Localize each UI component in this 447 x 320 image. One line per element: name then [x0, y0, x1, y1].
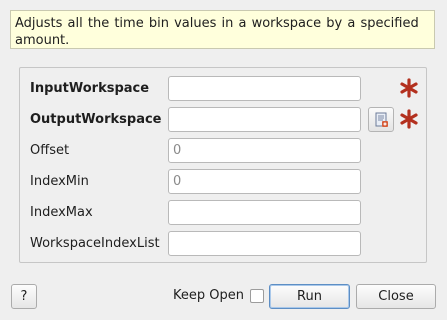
asterisk-icon: [400, 78, 418, 98]
help-button[interactable]: ?: [11, 284, 37, 309]
asterisk-icon: [400, 109, 418, 129]
keep-open-checkbox[interactable]: [250, 289, 264, 303]
property-row-indexmin: IndexMin: [20, 169, 426, 195]
properties-panel: InputWorkspace OutputWorkspace Offset 0 …: [19, 67, 427, 263]
run-button[interactable]: Run: [269, 284, 350, 309]
indexmax-field[interactable]: [168, 200, 361, 225]
inputworkspace-field[interactable]: [168, 76, 361, 101]
offset-field[interactable]: [168, 138, 361, 163]
property-row-inputworkspace: InputWorkspace: [20, 76, 426, 102]
outputworkspace-label: OutputWorkspace: [30, 112, 162, 127]
property-row-indexmax: IndexMax: [20, 200, 426, 226]
property-row-offset: Offset: [20, 138, 426, 164]
keep-open-label: Keep Open: [173, 288, 244, 303]
workspace-browse-icon: [375, 112, 388, 127]
inputworkspace-label: InputWorkspace: [30, 81, 150, 96]
property-row-outputworkspace: OutputWorkspace: [20, 107, 426, 133]
offset-label: Offset: [30, 143, 70, 158]
indexmin-field[interactable]: [168, 169, 361, 194]
outputworkspace-field[interactable]: [168, 107, 361, 132]
algorithm-description: Adjusts all the time bin values in a wor…: [10, 10, 435, 49]
indexmax-label: IndexMax: [30, 205, 93, 220]
workspaceindexlist-field[interactable]: [168, 231, 361, 256]
indexmin-label: IndexMin: [30, 174, 89, 189]
workspace-browse-button[interactable]: [368, 107, 394, 132]
close-button[interactable]: Close: [356, 284, 436, 309]
workspaceindexlist-label: WorkspaceIndexList: [30, 236, 160, 251]
property-row-workspaceindexlist: WorkspaceIndexList: [20, 231, 426, 257]
